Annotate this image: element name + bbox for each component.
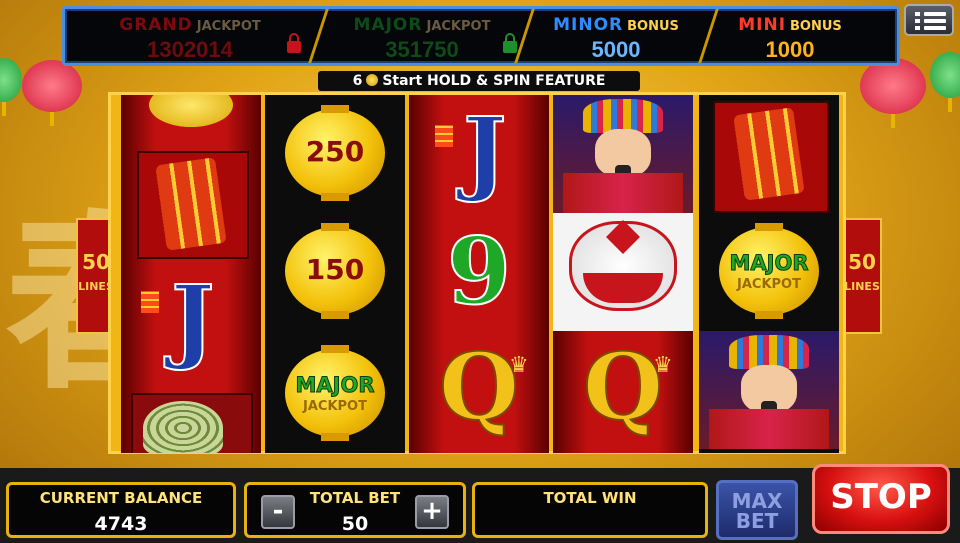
queen-symbol: Q ♛	[553, 331, 693, 449]
jack-card-label: J	[462, 97, 508, 205]
minor-word: MINOR	[553, 15, 624, 35]
mini-word: MINI	[738, 15, 787, 35]
lion-dance-symbol	[553, 213, 693, 331]
lantern-250-symbol: 250	[265, 95, 405, 213]
increase-bet-button[interactable]: +	[415, 495, 449, 529]
reel-5: MAJOR JACKPOT	[699, 95, 839, 453]
jack-symbol: J	[409, 95, 549, 213]
major-label: MAJOR	[295, 373, 375, 398]
major-jackpot-symbol: MAJOR JACKPOT	[699, 213, 839, 331]
mini-bonus: MINI BONUS 1000	[715, 9, 865, 63]
grand-jackpot: GRAND JACKPOT 1302014	[75, 9, 305, 63]
feature-count: 6	[352, 73, 363, 89]
jack-card-label: J	[170, 265, 216, 373]
total-win-label: TOTAL WIN	[543, 489, 637, 507]
major-value: 351750	[385, 37, 459, 62]
feature-text: Start HOLD & SPIN FEATURE	[382, 73, 606, 89]
god-of-wealth-symbol	[553, 95, 693, 213]
lines-label: LINES	[844, 280, 880, 293]
minor-value: 5000	[591, 37, 641, 62]
lantern-value: 150	[305, 253, 365, 286]
major-suffix: JACKPOT	[426, 19, 491, 34]
balance-label: CURRENT BALANCE	[39, 489, 203, 507]
mini-suffix: BONUS	[790, 19, 842, 34]
mini-value: 1000	[765, 37, 815, 62]
jack-symbol: J	[121, 265, 261, 383]
minor-bonus: MINOR BONUS 5000	[531, 9, 701, 63]
minor-suffix: BONUS	[627, 19, 679, 34]
nine-card-label: 9	[446, 217, 512, 325]
major-word: MAJOR	[353, 15, 423, 35]
reel-1: J	[121, 95, 261, 453]
major-jackpot: MAJOR JACKPOT 351750	[327, 9, 517, 63]
separator	[308, 9, 329, 63]
lantern-decoration-left2	[0, 58, 22, 116]
lantern-150-symbol: 150	[265, 213, 405, 331]
firecracker-symbol	[699, 95, 839, 213]
coin-icon	[366, 74, 379, 86]
major-label: MAJOR	[729, 251, 809, 276]
lock-icon	[503, 33, 517, 53]
balance-value: 4743	[94, 513, 148, 535]
crown-icon: ♛	[653, 353, 673, 378]
total-bet-panel: - TOTAL BET 50 +	[244, 482, 466, 538]
jackpot-bar: GRAND JACKPOT 1302014 MAJOR JACKPOT 351750…	[62, 6, 900, 66]
menu-button[interactable]	[904, 4, 954, 36]
crown-icon: ♛	[509, 353, 529, 378]
bottom-bar: CURRENT BALANCE 4743 - TOTAL BET 50 + TO…	[0, 464, 960, 543]
reel-area: J 250 150 MAJOR JACKPOT J 9 Q ♛ Q ♛ MAJO…	[108, 92, 846, 454]
grand-word: GRAND	[119, 15, 193, 35]
feature-banner: 6 Start HOLD & SPIN FEATURE	[318, 71, 640, 91]
jackpot-label: JACKPOT	[737, 277, 801, 292]
queen-card-label: Q	[438, 333, 520, 441]
firecracker-symbol	[121, 147, 261, 265]
lantern-value: 250	[305, 135, 365, 168]
lines-panel-right: 50 LINES	[842, 218, 882, 334]
stop-button[interactable]: STOP	[812, 464, 950, 534]
total-win-panel: TOTAL WIN	[472, 482, 708, 538]
menu-icon	[915, 12, 920, 16]
reel-2: 250 150 MAJOR JACKPOT	[265, 95, 405, 453]
nine-symbol: 9	[409, 213, 549, 331]
god-of-wealth-symbol	[699, 331, 839, 449]
grand-value: 1302014	[147, 37, 233, 62]
lantern-decoration-right2	[930, 52, 960, 112]
grand-suffix: JACKPOT	[196, 19, 261, 34]
queen-card-label: Q	[582, 333, 664, 441]
jackpot-label: JACKPOT	[303, 399, 367, 414]
lantern-decoration-right	[860, 58, 926, 128]
queen-symbol: Q ♛	[409, 331, 549, 449]
reel-3: J 9 Q ♛	[409, 95, 549, 453]
major-jackpot-symbol: MAJOR JACKPOT	[265, 335, 405, 453]
balance-panel: CURRENT BALANCE 4743	[6, 482, 236, 538]
max-bet-button[interactable]: MAX BET	[716, 480, 798, 540]
turtle-symbol	[121, 387, 261, 453]
reel-4: Q ♛	[553, 95, 693, 453]
lines-number: 50	[848, 250, 876, 274]
lock-icon	[287, 33, 301, 53]
lantern-decoration-left	[22, 60, 82, 126]
